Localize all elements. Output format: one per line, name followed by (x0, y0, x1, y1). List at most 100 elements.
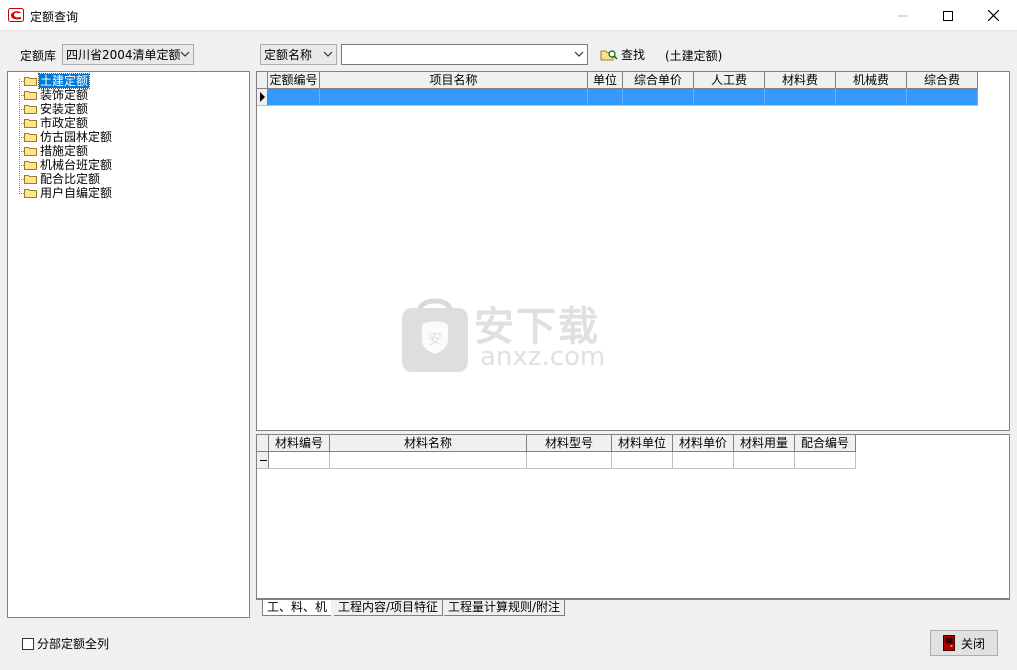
column-header[interactable]: 综合费 (907, 72, 978, 89)
maximize-icon (943, 10, 953, 21)
close-button[interactable]: 关闭 (930, 630, 998, 656)
close-window-button[interactable] (970, 0, 1016, 31)
tree-item[interactable]: 措施定额 (24, 144, 89, 158)
folder-icon (24, 161, 37, 170)
column-header[interactable]: 材料编号 (269, 435, 330, 452)
tree-item-label: 仿古园林定额 (40, 130, 113, 144)
table-row[interactable] (257, 89, 978, 106)
column-header[interactable]: 项目名称 (320, 72, 588, 89)
tab-calculation-rules[interactable]: 工程量计算规则/附注 (444, 600, 566, 616)
current-row-arrow-icon (260, 92, 265, 102)
maximize-button[interactable] (925, 0, 971, 31)
table-cell[interactable] (320, 89, 588, 106)
grid-corner (257, 435, 269, 452)
tree-item-label: 土建定额 (37, 73, 91, 89)
folder-icon (24, 91, 37, 100)
search-input[interactable] (341, 44, 588, 65)
tree-item-label: 机械台班定额 (40, 158, 113, 172)
minimize-button[interactable] (880, 0, 926, 31)
folder-icon (24, 119, 37, 128)
table-cell[interactable] (330, 452, 527, 469)
column-header[interactable]: 定额编号 (268, 72, 320, 89)
new-row-marker (260, 460, 267, 461)
folder-icon (24, 105, 37, 114)
column-header[interactable]: 材料单价 (673, 435, 734, 452)
table-cell[interactable] (612, 452, 673, 469)
tree-item[interactable]: 市政定额 (24, 116, 89, 130)
watermark-bag-icon: 安 (402, 298, 468, 372)
table-cell[interactable] (527, 452, 612, 469)
tree-item[interactable]: 仿古园林定额 (24, 130, 113, 144)
folder-icon (24, 147, 37, 156)
tab-work-content[interactable]: 工程内容/项目特征 (334, 600, 444, 616)
column-header[interactable]: 人工费 (694, 72, 765, 89)
library-select-value: 四川省2004清单定额 (66, 48, 181, 62)
folder-icon (24, 175, 37, 184)
column-header[interactable]: 材料费 (765, 72, 836, 89)
search-field-select[interactable]: 定额名称 (260, 44, 337, 65)
column-header[interactable]: 综合单价 (623, 72, 694, 89)
library-select[interactable]: 四川省2004清单定额 (62, 44, 194, 65)
show-all-checkbox[interactable]: 分部定额全列 (22, 635, 109, 652)
tree-item-label: 市政定额 (40, 116, 89, 130)
column-header[interactable]: 材料单位 (612, 435, 673, 452)
folder-icon (24, 189, 37, 198)
table-row[interactable] (257, 452, 856, 469)
material-grid[interactable]: 材料编号 材料名称 材料型号 材料单位 材料单价 材料用量 配合编号 (256, 434, 1010, 599)
table-cell[interactable] (795, 452, 856, 469)
table-cell[interactable] (268, 89, 320, 106)
tree-item[interactable]: 土建定额 (24, 73, 91, 89)
tree-item[interactable]: 安装定额 (24, 102, 89, 116)
tree-item[interactable]: 配合比定额 (24, 172, 101, 186)
chevron-down-icon (323, 51, 333, 57)
tab-labor-material-machine[interactable]: 工、料、机 (262, 600, 332, 616)
table-cell[interactable] (765, 89, 836, 106)
column-header[interactable]: 配合编号 (795, 435, 856, 452)
quota-grid-header: 定额编号 项目名称 单位 综合单价 人工费 材料费 机械费 综合费 (257, 72, 978, 89)
chevron-down-icon (574, 51, 584, 57)
svg-text:安: 安 (428, 332, 442, 348)
table-cell[interactable] (623, 89, 694, 106)
close-icon (987, 10, 999, 21)
checkbox-box (22, 637, 34, 650)
column-header[interactable]: 材料用量 (734, 435, 795, 452)
table-cell[interactable] (734, 452, 795, 469)
table-cell[interactable] (588, 89, 623, 106)
column-header[interactable]: 材料型号 (527, 435, 612, 452)
app-icon (8, 8, 24, 22)
material-grid-header: 材料编号 材料名称 材料型号 材料单位 材料单价 材料用量 配合编号 (257, 435, 856, 452)
exit-door-icon (942, 635, 955, 651)
tree-item-label: 措施定额 (40, 144, 89, 158)
title-bar: 定额查询 (0, 0, 1017, 31)
chevron-down-icon (180, 51, 190, 57)
quota-grid[interactable]: 定额编号 项目名称 单位 综合单价 人工费 材料费 机械费 综合费 (256, 71, 1010, 431)
row-indicator (257, 89, 268, 106)
tree-item[interactable]: 用户自编定额 (24, 186, 113, 200)
find-label: 查找 (621, 48, 646, 62)
search-field-value: 定额名称 (264, 48, 313, 62)
close-button-label: 关闭 (960, 636, 985, 651)
table-cell[interactable] (673, 452, 734, 469)
window-title: 定额查询 (30, 10, 79, 24)
grid-corner (257, 72, 268, 89)
table-cell[interactable] (269, 452, 330, 469)
tree-item[interactable]: 装饰定额 (24, 88, 89, 102)
tree-item-label: 安装定额 (40, 102, 89, 116)
watermark-subtext: anxz.com (480, 342, 606, 372)
tree-item-label: 用户自编定额 (40, 186, 113, 200)
table-cell[interactable] (907, 89, 978, 106)
column-header[interactable]: 材料名称 (330, 435, 527, 452)
tree-item[interactable]: 机械台班定额 (24, 158, 113, 172)
minimize-icon (898, 15, 908, 16)
column-header[interactable]: 单位 (588, 72, 623, 89)
library-label: 定额库 (20, 49, 57, 63)
table-cell[interactable] (836, 89, 907, 106)
find-button[interactable]: 查找 (600, 46, 645, 63)
tree-item-label: 装饰定额 (40, 88, 89, 102)
folder-icon (24, 133, 37, 142)
quota-tree[interactable]: 土建定额 装饰定额 安装定额 市政定额 仿古园林定额 措施定额 机械台班定额 配合比定额 用户自… (7, 71, 250, 618)
tree-item-label: 配合比定额 (40, 172, 101, 186)
column-header[interactable]: 机械费 (836, 72, 907, 89)
table-cell[interactable] (694, 89, 765, 106)
category-note: (土建定额) (665, 49, 723, 63)
